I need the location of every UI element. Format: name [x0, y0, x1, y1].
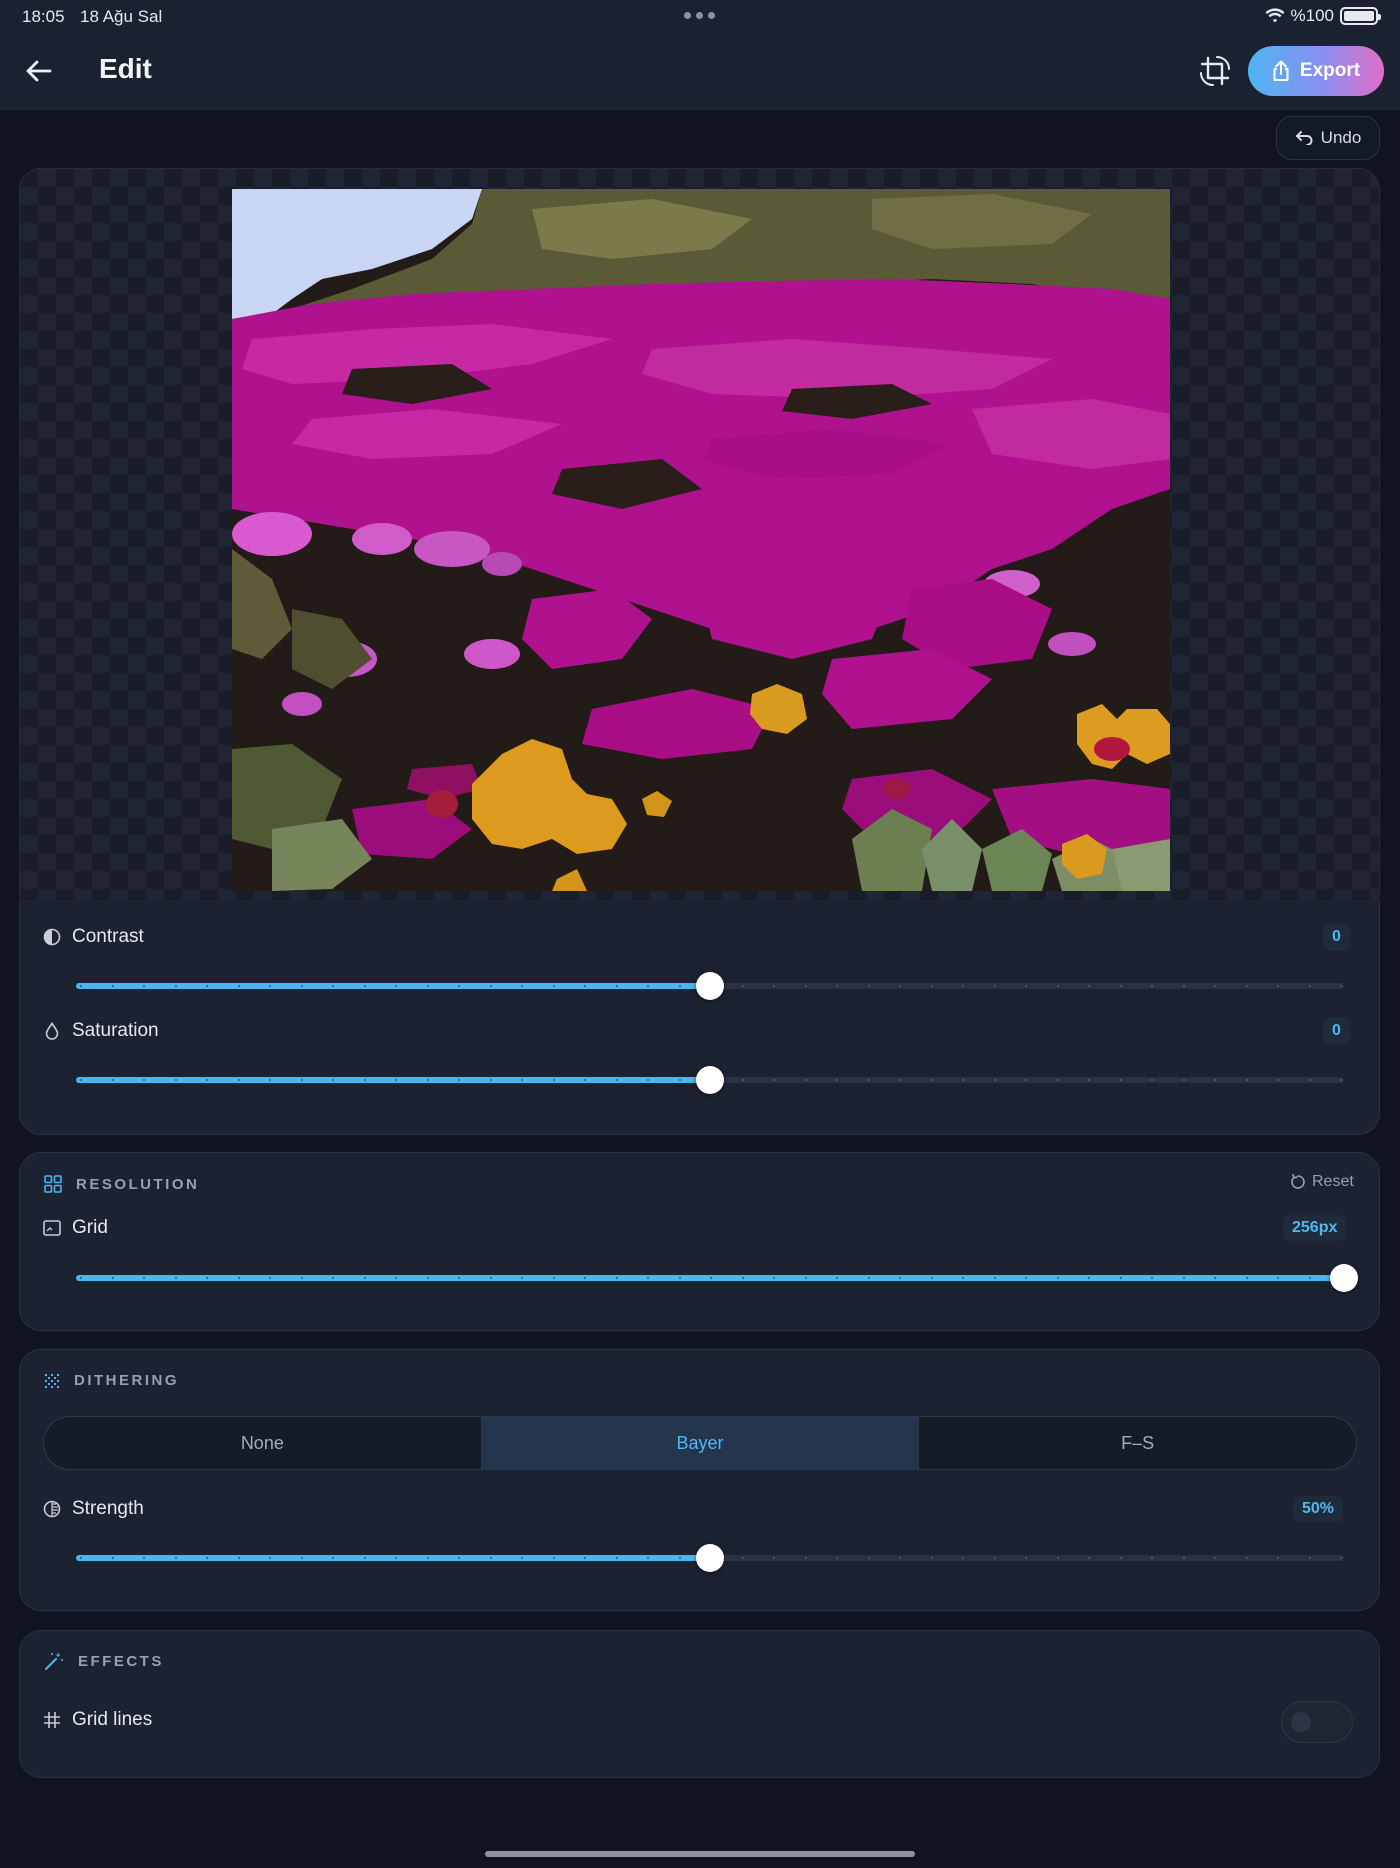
hash-grid-icon — [42, 1710, 62, 1730]
export-label: Export — [1299, 60, 1361, 81]
contrast-icon — [42, 927, 62, 947]
reset-label: Reset — [1312, 1173, 1354, 1190]
dither-dots-icon — [45, 1373, 59, 1388]
contrast-row-label: Contrast — [42, 926, 144, 948]
battery-percent: %100 — [1290, 6, 1334, 25]
dithering-title-text: DITHERING — [74, 1372, 179, 1389]
resolution-title-text: RESOLUTION — [76, 1175, 200, 1193]
effects-panel: EFFECTS Grid lines — [19, 1630, 1380, 1778]
effects-title-text: EFFECTS — [78, 1652, 164, 1670]
reset-icon — [1291, 1174, 1305, 1189]
grid-squares-icon — [44, 1175, 62, 1193]
contrast-slider[interactable] — [76, 972, 1344, 1000]
home-indicator[interactable] — [485, 1851, 915, 1857]
dithering-panel: DITHERING None Bayer F–S Strength 50% — [19, 1349, 1380, 1611]
saturation-slider-thumb[interactable] — [696, 1066, 724, 1094]
pixelated-flower-image — [232, 189, 1170, 891]
contrast-value: 0 — [1323, 924, 1350, 950]
wifi-icon — [1265, 8, 1285, 23]
grid-value: 256px — [1283, 1215, 1347, 1241]
status-right: %100 — [1265, 6, 1381, 26]
undo-label: Undo — [1320, 128, 1362, 147]
strength-label: Strength — [72, 1498, 144, 1519]
dithering-option-fs[interactable]: F–S — [919, 1417, 1356, 1469]
contrast-label: Contrast — [72, 926, 144, 947]
resolution-title: RESOLUTION — [44, 1175, 199, 1193]
back-button[interactable] — [22, 54, 56, 88]
saturation-row-label: Saturation — [42, 1020, 159, 1042]
grid-lines-row-label: Grid lines — [42, 1709, 152, 1731]
crop-rotate-button[interactable] — [1196, 52, 1234, 90]
grid-slider[interactable] — [76, 1264, 1358, 1292]
resolution-panel: RESOLUTION Reset Grid 256px — [19, 1152, 1380, 1331]
grid-slider-thumb[interactable] — [1330, 1264, 1358, 1292]
effects-title: EFFECTS — [44, 1651, 164, 1671]
saturation-label: Saturation — [72, 1020, 159, 1041]
page-title: Edit — [99, 53, 152, 84]
reset-button[interactable]: Reset — [1290, 1173, 1354, 1191]
undo-button[interactable]: Undo — [1276, 116, 1380, 160]
export-button[interactable]: Export — [1248, 46, 1384, 96]
image-frame-icon — [42, 1218, 62, 1238]
undo-icon — [1295, 131, 1313, 145]
strength-slider-thumb[interactable] — [696, 1544, 724, 1572]
grid-lines-label: Grid lines — [72, 1709, 153, 1730]
arrow-left-icon — [26, 60, 52, 82]
crop-rotate-icon — [1200, 56, 1230, 86]
share-icon — [1273, 60, 1289, 81]
saturation-value: 0 — [1323, 1018, 1350, 1044]
top-bar: Edit Export — [0, 32, 1400, 110]
battery-icon — [1340, 7, 1381, 25]
dithering-mode-selector: None Bayer F–S — [43, 1416, 1357, 1470]
status-date: 18 Ağu Sal — [80, 7, 163, 26]
contrast-slider-thumb[interactable] — [696, 972, 724, 1000]
strength-slider[interactable] — [76, 1544, 1344, 1572]
saturation-slider[interactable] — [76, 1066, 1344, 1094]
magic-wand-icon — [45, 1652, 63, 1670]
grid-lines-toggle[interactable] — [1281, 1701, 1353, 1743]
status-bar: 18:05 18 Ağu Sal %100 — [0, 0, 1400, 32]
dithering-option-bayer[interactable]: Bayer — [481, 1417, 920, 1469]
multitasking-dots-icon[interactable] — [684, 12, 715, 19]
adjust-panel: Contrast 0 Saturation 0 — [19, 900, 1380, 1135]
strength-icon — [42, 1499, 62, 1519]
dithering-title: DITHERING — [44, 1372, 179, 1389]
grid-row-label: Grid — [42, 1217, 108, 1239]
status-time: 18:05 — [22, 7, 65, 26]
dithering-option-none[interactable]: None — [44, 1417, 482, 1469]
grid-label: Grid — [72, 1217, 108, 1238]
strength-value: 50% — [1293, 1496, 1344, 1522]
strength-row-label: Strength — [42, 1498, 144, 1520]
canvas-preview[interactable] — [19, 168, 1380, 914]
droplet-icon — [42, 1021, 62, 1041]
